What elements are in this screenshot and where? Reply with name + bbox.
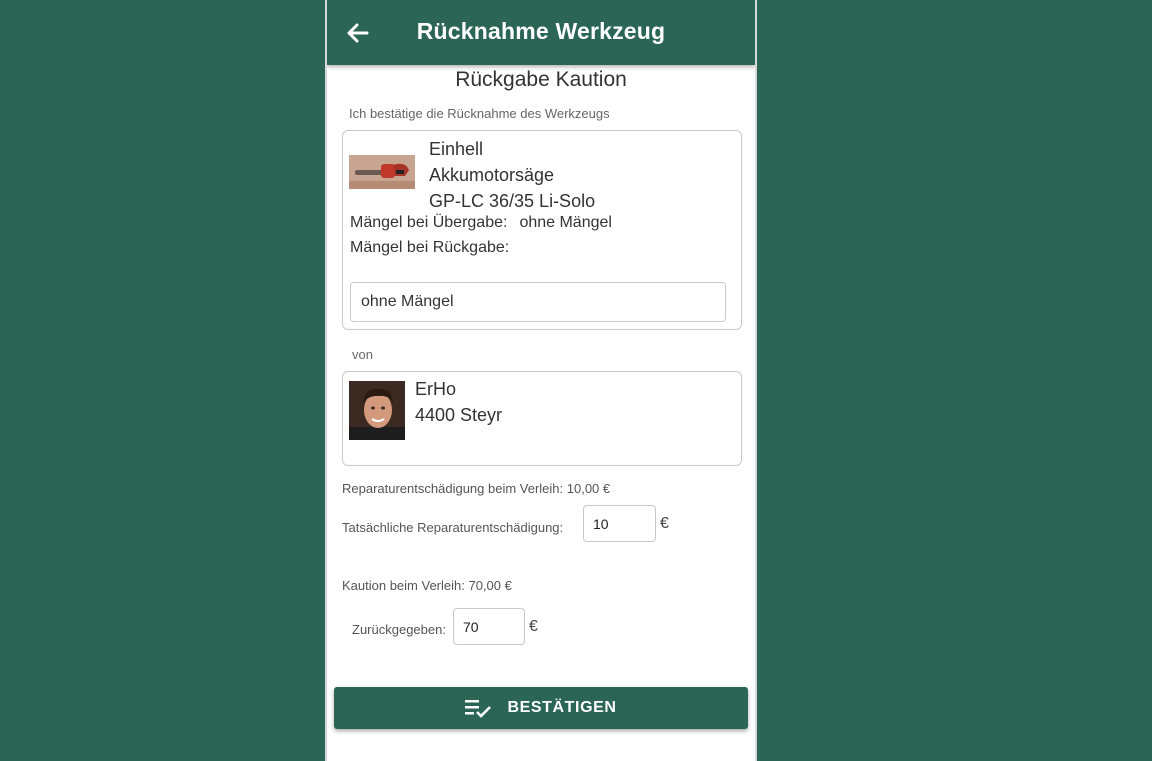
app-bar: Rücknahme Werkzeug bbox=[327, 0, 755, 65]
playlist-check-icon bbox=[465, 698, 492, 718]
confirm-text: Ich bestätige die Rücknahme des Werkzeug… bbox=[349, 106, 610, 121]
tool-model: GP-LC 36/35 Li-Solo bbox=[429, 191, 596, 211]
repair-actual-label: Tatsächliche Reparaturentschädigung: bbox=[342, 520, 564, 535]
tool-card: Einhell Akkumotorsäge GP-LC 36/35 Li-Sol… bbox=[342, 130, 742, 330]
page-title: Rücknahme Werkzeug bbox=[416, 18, 666, 44]
confirm-button-label: BESTÄTIGEN bbox=[507, 699, 617, 716]
repair-actual-input[interactable] bbox=[583, 505, 656, 542]
defects-handover-value: ohne Mängel bbox=[519, 214, 612, 231]
confirm-button[interactable]: BESTÄTIGEN bbox=[334, 687, 748, 729]
defects-handover-row: Mängel bei Übergabe: ohne Mängel bbox=[350, 214, 612, 232]
defects-return-label: Mängel bei Rückgabe: bbox=[350, 239, 510, 256]
deposit-returned-input[interactable] bbox=[453, 608, 525, 645]
from-label: von bbox=[352, 347, 373, 362]
user-location: 4400 Steyr bbox=[415, 405, 503, 425]
deposit-info: Kaution beim Verleih: 70,00 € bbox=[342, 578, 512, 593]
repair-info: Reparaturentschädigung beim Verleih: 10,… bbox=[342, 481, 611, 496]
repair-currency: € bbox=[660, 515, 669, 532]
tool-name: Akkumotorsäge bbox=[429, 165, 555, 185]
tool-brand: Einhell bbox=[429, 139, 484, 159]
phone-screen: Rücknahme Werkzeug Rückgabe Kaution Ich … bbox=[325, 0, 757, 761]
deposit-currency: € bbox=[529, 618, 538, 635]
defects-return-input[interactable] bbox=[350, 282, 726, 322]
tool-image bbox=[349, 155, 415, 189]
deposit-returned-label: Zurückgegeben: bbox=[352, 622, 446, 637]
user-name: ErHo bbox=[415, 379, 457, 399]
defects-handover-label: Mängel bei Übergabe: bbox=[350, 214, 508, 231]
user-card: ErHo 4400 Steyr bbox=[342, 371, 742, 466]
avatar bbox=[349, 381, 405, 440]
section-title: Rückgabe Kaution bbox=[455, 68, 627, 91]
